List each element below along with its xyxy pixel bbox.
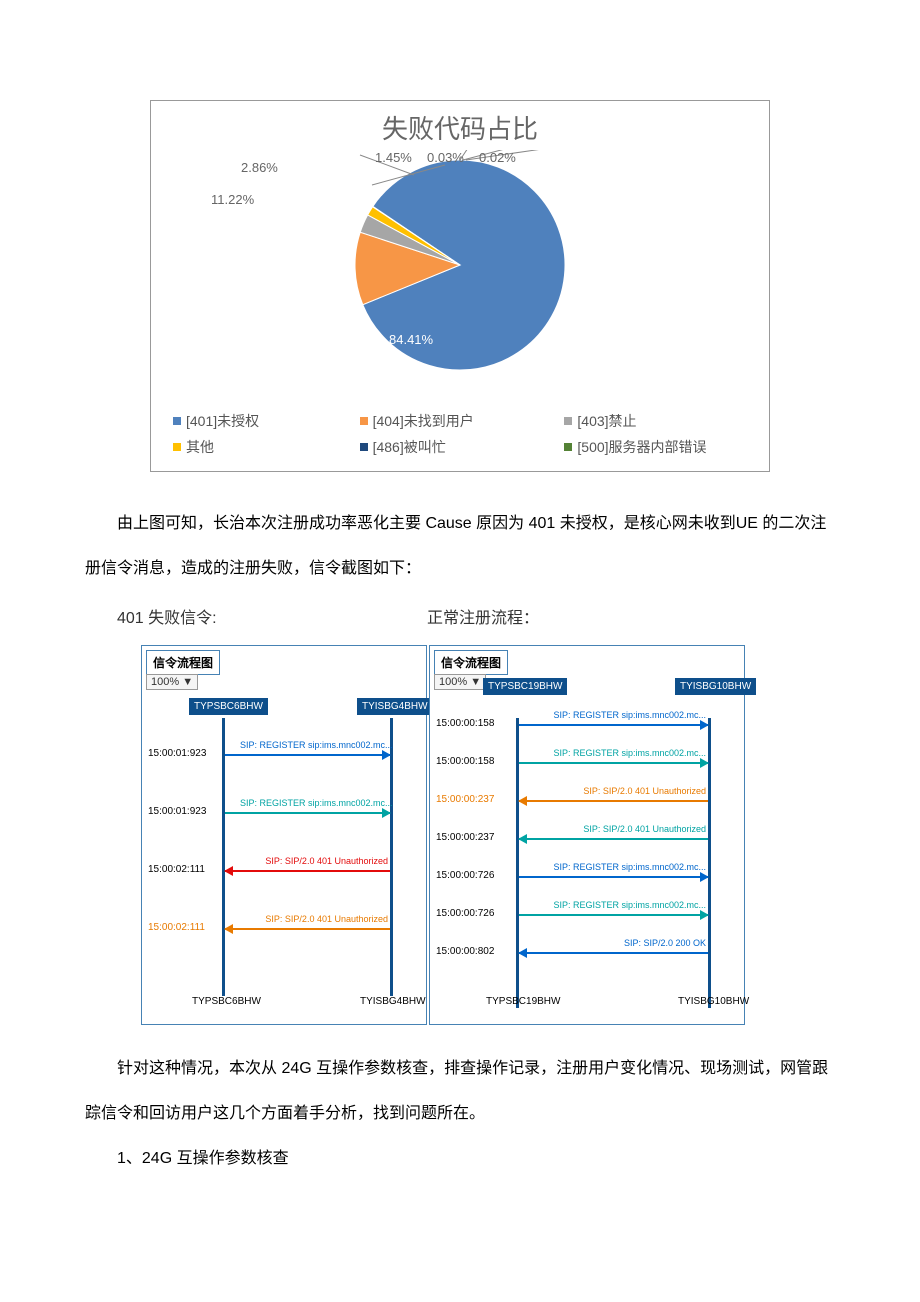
pie-label-0-02: 0.02%: [479, 150, 516, 165]
legend-label: [500]服务器内部错误: [577, 437, 706, 457]
zoom-select[interactable]: 100% ▼: [146, 674, 198, 690]
diag-title: 信令流程图: [434, 650, 508, 675]
diag-title: 信令流程图: [146, 650, 220, 675]
swatch-icon: [173, 443, 181, 451]
paragraph-3: 1、24G 互操作参数核查: [85, 1137, 835, 1182]
pie-chart-panel: 失败代码占比 2.86% 11.22% 1.45% 0.03% 0.02% 84…: [150, 100, 770, 472]
legend-item: 其他: [173, 437, 356, 457]
pie-area: 2.86% 11.22% 1.45% 0.03% 0.02% 84.41%: [159, 150, 761, 405]
swatch-icon: [564, 417, 572, 425]
legend-label: [486]被叫忙: [373, 437, 446, 457]
pie-svg: [345, 150, 575, 380]
chart-legend: [401]未授权 [404]未找到用户 [403]禁止 其他 [486]被叫忙 …: [159, 405, 761, 459]
label-normal-flow: 正常注册流程：: [427, 598, 539, 640]
legend-label: 其他: [186, 437, 214, 457]
legend-label: [401]未授权: [186, 411, 259, 431]
swatch-icon: [360, 443, 368, 451]
pie-label-84-41: 84.41%: [389, 332, 433, 347]
legend-label: [404]未找到用户: [373, 411, 474, 431]
diagram-401-fail: 信令流程图 100% ▼ TYPSBC6BHWTYPSBC6BHWTYISBG4…: [141, 645, 427, 1025]
legend-item: [401]未授权: [173, 411, 356, 431]
diagram-normal-flow: 信令流程图 100% ▼ TYPSBC19BHWTYPSBC19BHWTYISB…: [429, 645, 745, 1025]
diagram-labels: 401 失败信令: 正常注册流程：: [85, 598, 835, 640]
label-401-fail: 401 失败信令:: [85, 598, 427, 640]
swatch-icon: [360, 417, 368, 425]
legend-item: [486]被叫忙: [360, 437, 561, 457]
paragraph-1: 由上图可知，长治本次注册成功率恶化主要 Cause 原因为 401 未授权，是核…: [85, 502, 835, 592]
legend-item: [404]未找到用户: [360, 411, 561, 431]
pie-label-1-45: 1.45%: [375, 150, 412, 165]
paragraph-2: 针对这种情况，本次从 24G 互操作参数核查，排查操作记录，注册用户变化情况、现…: [85, 1047, 835, 1137]
chart-title: 失败代码占比: [159, 109, 761, 146]
legend-item: [403]禁止: [564, 411, 747, 431]
legend-label: [403]禁止: [577, 411, 636, 431]
sequence-diagrams: 信令流程图 100% ▼ TYPSBC6BHWTYPSBC6BHWTYISBG4…: [141, 645, 835, 1025]
pie-label-11-22: 11.22%: [211, 192, 254, 207]
pie-label-0-03: 0.03%: [427, 150, 464, 165]
legend-item: [500]服务器内部错误: [564, 437, 747, 457]
pie-label-2-86: 2.86%: [241, 160, 278, 175]
zoom-select[interactable]: 100% ▼: [434, 674, 486, 690]
swatch-icon: [564, 443, 572, 451]
swatch-icon: [173, 417, 181, 425]
